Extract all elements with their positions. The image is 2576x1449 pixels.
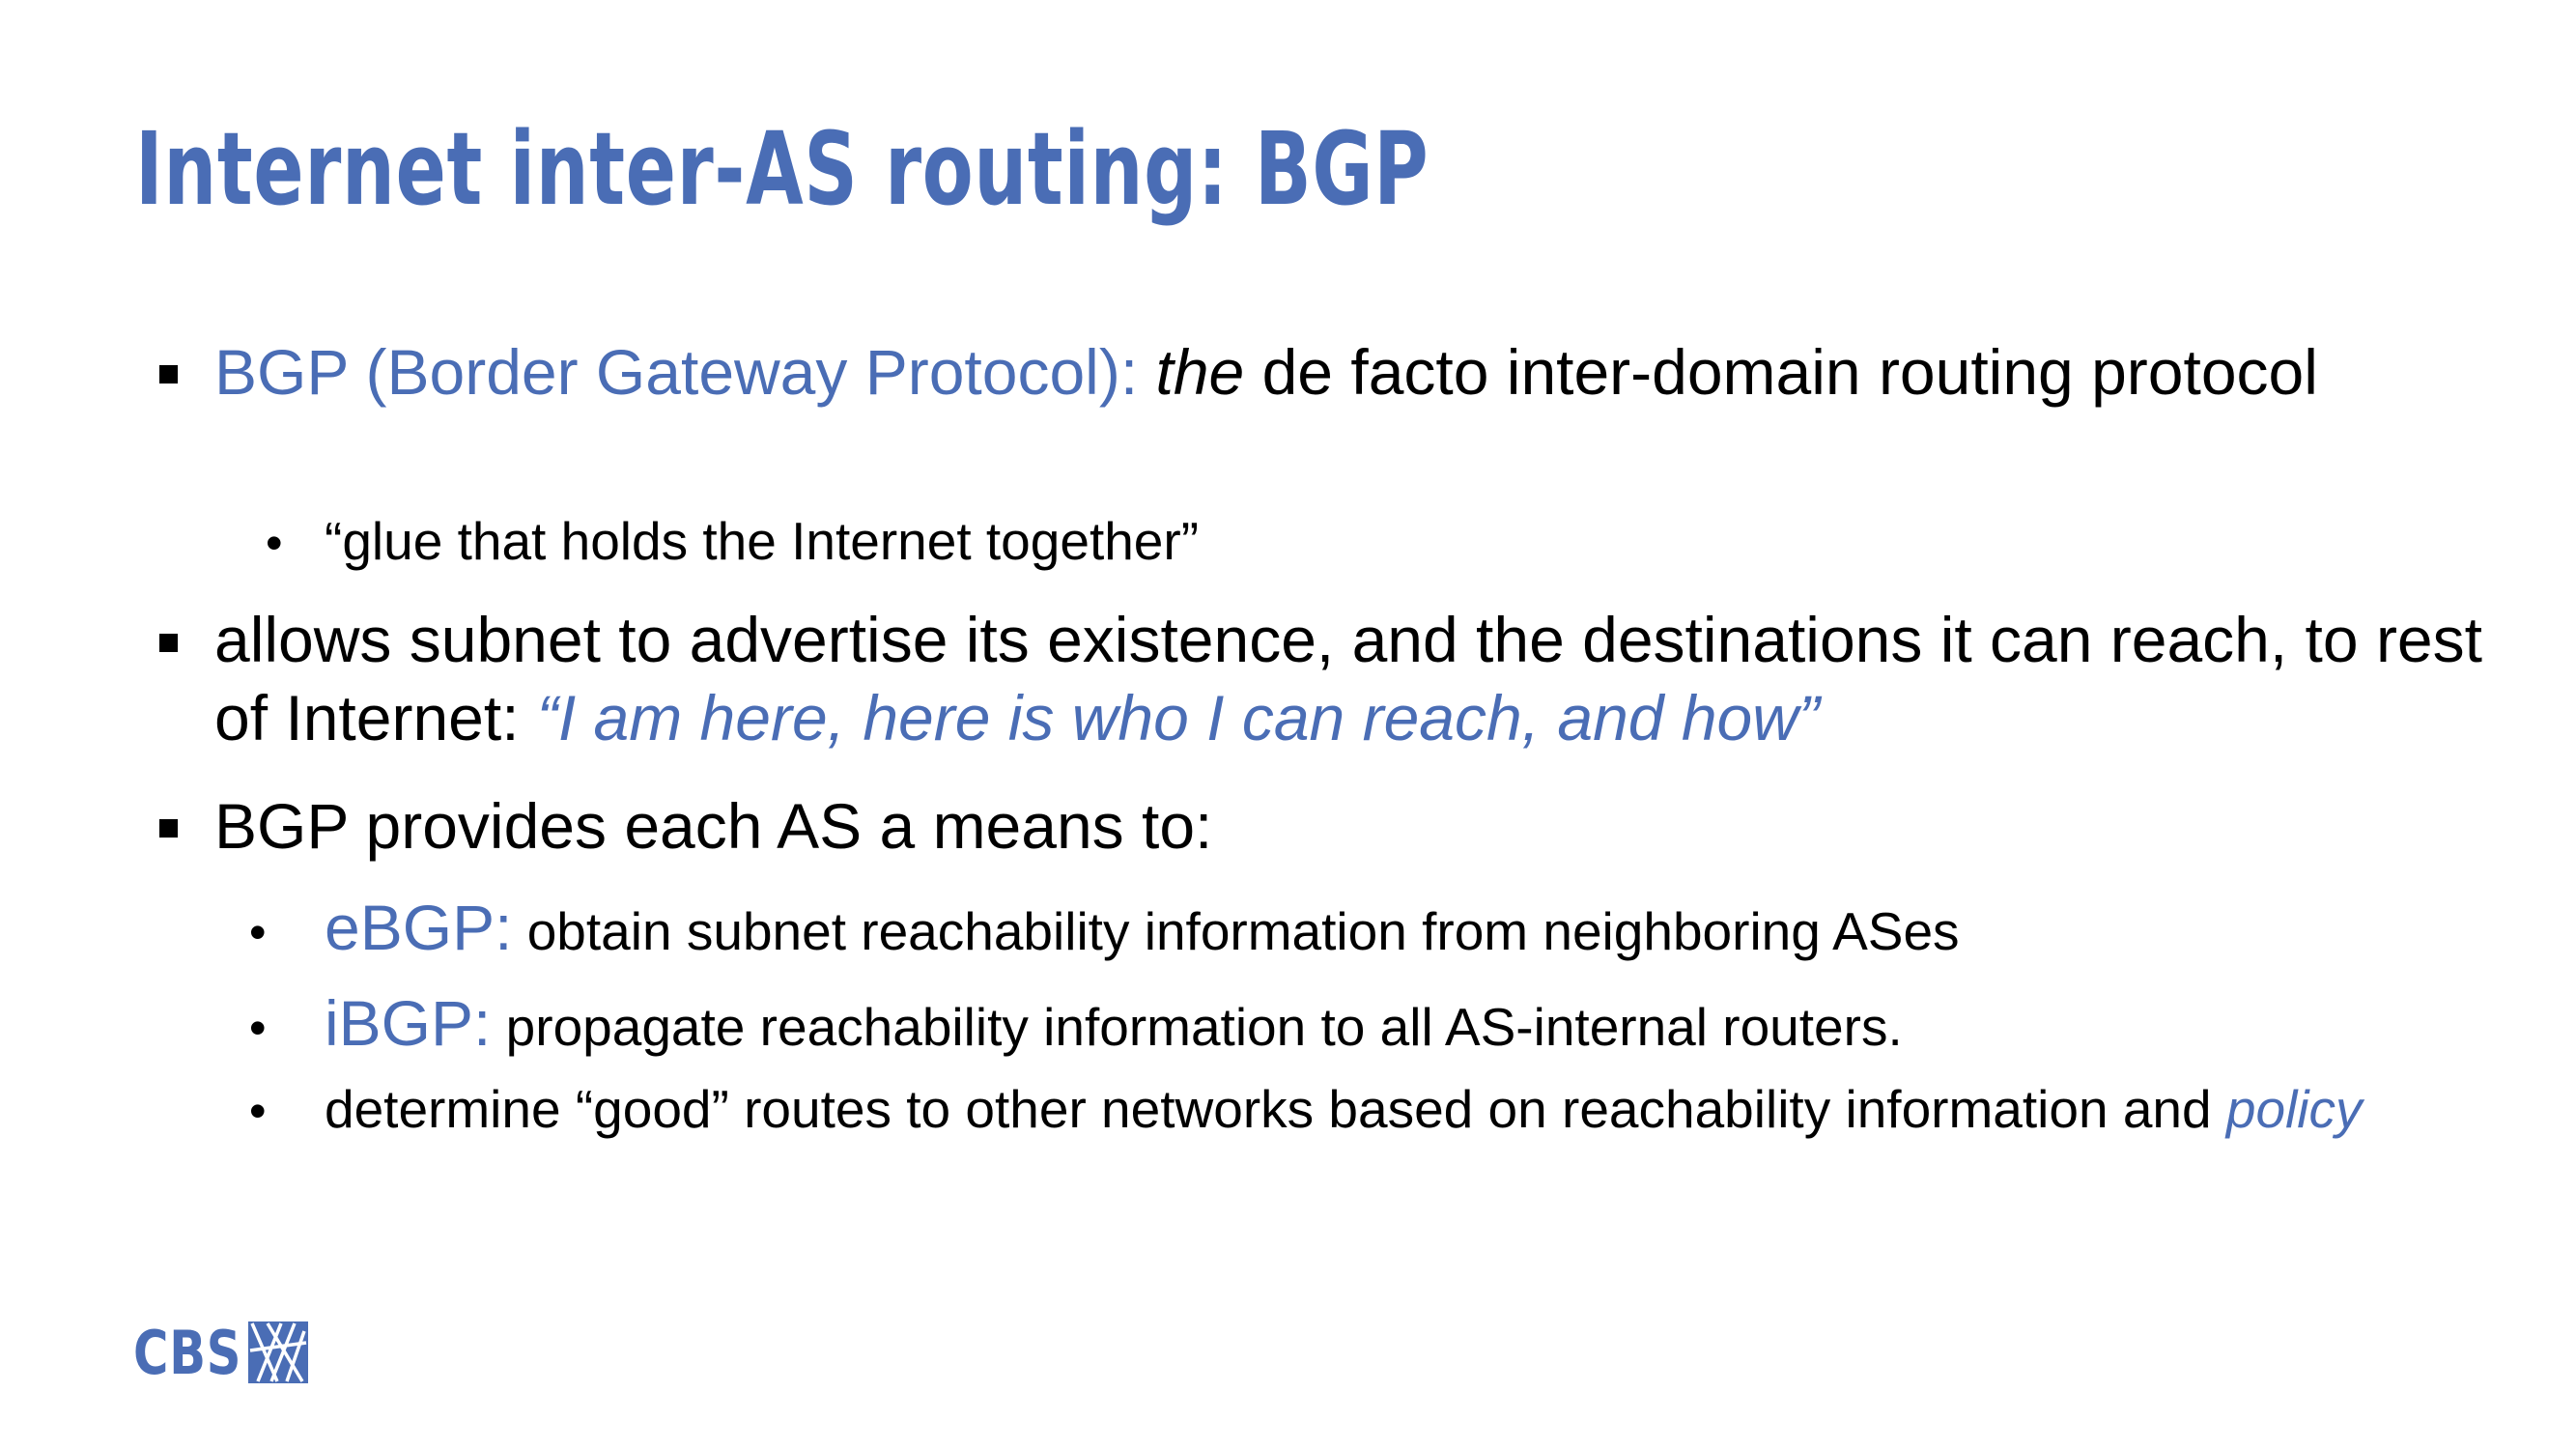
bgp-definition-text: de facto inter-domain routing protocol <box>1244 336 2318 408</box>
slide-title: Internet inter-AS routing: BGP <box>135 110 1430 228</box>
bullet-advertise: allows subnet to advertise its existence… <box>214 601 2513 756</box>
sub-bullet-glue: “glue that holds the Internet together” <box>325 511 1200 571</box>
dot-bullet-icon: • <box>249 905 267 959</box>
ibgp-term: iBGP: <box>325 987 492 1059</box>
ibgp-text: propagate reachability information to al… <box>491 997 1903 1057</box>
dot-bullet-icon: • <box>249 1084 267 1138</box>
square-bullet-icon <box>159 365 178 384</box>
dot-bullet-icon: • <box>266 516 283 570</box>
advertise-quote: “I am here, here is who I can reach, and… <box>536 681 1820 753</box>
ebgp-term: eBGP: <box>325 892 513 963</box>
bullet-bgp-definition: BGP (Border Gateway Protocol): the de fa… <box>214 333 2513 412</box>
policy-term: policy <box>2225 1079 2363 1139</box>
cbs-logo: CBS <box>133 1317 308 1388</box>
emphasis-the: the <box>1155 336 1245 408</box>
cbs-emblem-icon <box>248 1321 308 1383</box>
sub-bullet-ebgp: eBGP: obtain subnet reachability informa… <box>325 889 2498 968</box>
bgp-term: BGP (Border Gateway Protocol): <box>214 336 1139 408</box>
square-bullet-icon <box>159 819 178 838</box>
sub-bullet-ibgp: iBGP: propagate reachability information… <box>325 984 2498 1064</box>
dot-bullet-icon: • <box>249 1001 267 1055</box>
sub-bullet-good-routes: determine “good” routes to other network… <box>325 1076 2401 1142</box>
ebgp-text: obtain subnet reachability information f… <box>512 901 1960 961</box>
good-routes-text: determine “good” routes to other network… <box>325 1079 2226 1139</box>
logo-text: CBS <box>133 1317 242 1388</box>
square-bullet-icon <box>159 634 178 652</box>
bullet-bgp-provides: BGP provides each AS a means to: <box>214 790 1213 862</box>
